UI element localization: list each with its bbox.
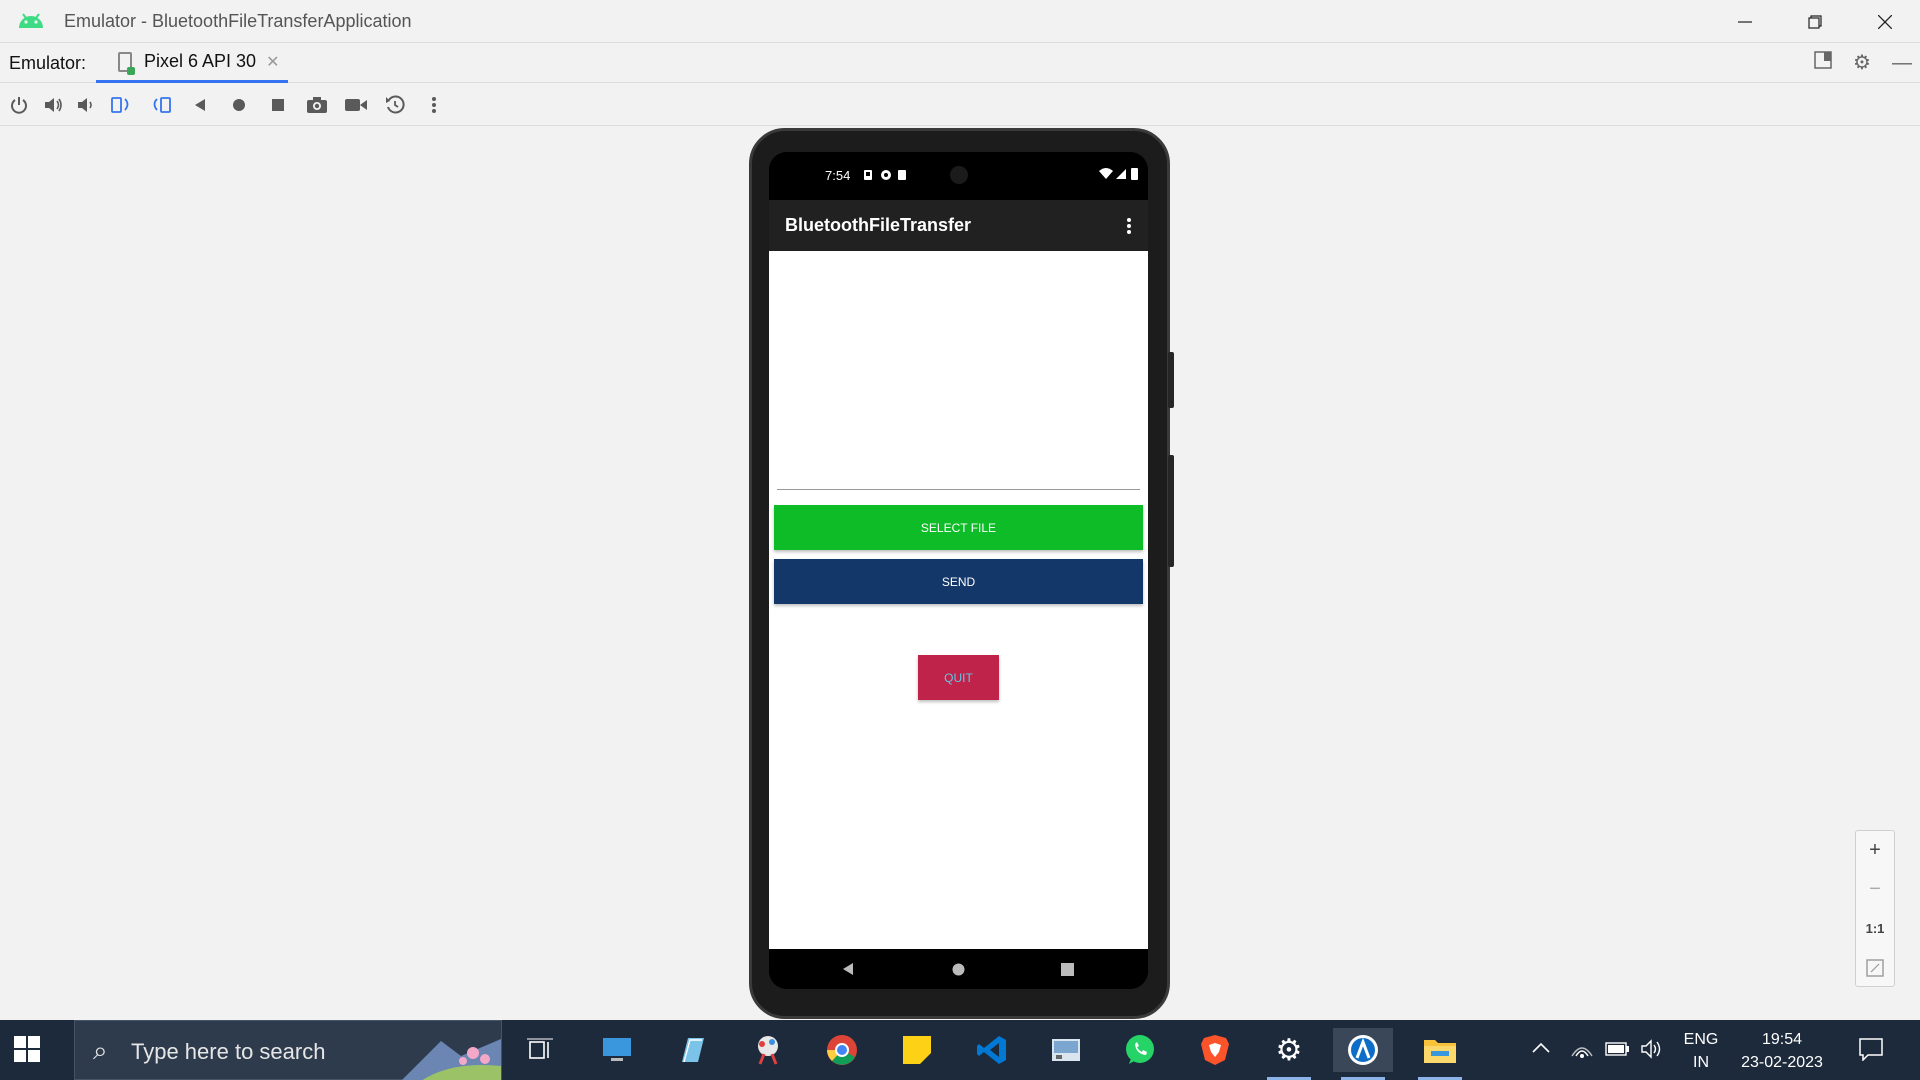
clock[interactable]: 19:54 23-02-2023 (1728, 1028, 1836, 1080)
windows-taskbar: ⌕ Type here to search ⚙ ENG IN 19:54 23-… (0, 1020, 1920, 1080)
zoom-out-button[interactable]: − (1856, 870, 1894, 909)
control-panel-icon[interactable] (1036, 1028, 1096, 1072)
fit-screen-icon (1866, 958, 1884, 977)
android-status-bar: 7:54 (769, 152, 1148, 200)
settings-app-icon[interactable]: ⚙ (1259, 1028, 1319, 1080)
file-path-input[interactable] (777, 489, 1140, 490)
more-options-icon[interactable] (421, 92, 447, 118)
send-button[interactable]: SEND (774, 559, 1143, 604)
emulator-toolbar (0, 84, 1920, 126)
nav-home-icon[interactable] (952, 963, 965, 976)
taskbar-search-box[interactable]: ⌕ Type here to search (74, 1020, 502, 1080)
region-code: IN (1693, 1054, 1709, 1071)
tab-label: Pixel 6 API 30 (144, 51, 257, 71)
volume-down-icon[interactable] (72, 92, 98, 118)
volume-up-icon[interactable] (40, 92, 66, 118)
zoom-in-button[interactable]: + (1856, 831, 1894, 870)
minimize-icon (1738, 20, 1752, 23)
notification-center-icon[interactable] (1858, 1037, 1884, 1080)
device-screen: 7:54 BluetoothFileTransfer SELECT FILE S… (769, 152, 1148, 989)
whatsapp-icon[interactable] (1110, 1028, 1170, 1072)
chrome-icon[interactable] (812, 1028, 872, 1072)
nav-overview-icon[interactable] (1061, 963, 1074, 976)
show-hidden-icons[interactable] (1530, 1038, 1552, 1080)
app-content: SELECT FILE SEND QUIT (769, 251, 1148, 949)
restore-icon (1808, 14, 1822, 29)
windows-start-icon[interactable] (14, 1036, 42, 1064)
status-time: 7:54 (825, 168, 851, 183)
zoom-fit-button[interactable] (1856, 948, 1894, 987)
settings-gear-icon[interactable]: ⚙ (1850, 51, 1874, 75)
rotate-right-icon[interactable] (148, 92, 174, 118)
zoom-controls: + − 1:1 (1855, 830, 1895, 987)
language-indicator[interactable]: ENG IN (1680, 1028, 1722, 1080)
android-nav-bar (769, 949, 1148, 989)
rotate-left-icon[interactable] (108, 92, 134, 118)
select-file-button[interactable]: SELECT FILE (774, 505, 1143, 550)
emulator-label: Emulator: (9, 53, 87, 73)
notepad-app-icon[interactable] (662, 1028, 722, 1072)
app-bar: BluetoothFileTransfer (769, 200, 1148, 251)
android-studio-icon (19, 13, 43, 28)
clock-date: 23-02-2023 (1741, 1054, 1823, 1071)
tab-close-icon[interactable]: ✕ (266, 52, 279, 72)
overflow-menu-icon[interactable] (1126, 217, 1132, 235)
app-title: BluetoothFileTransfer (785, 215, 972, 235)
brave-browser-icon[interactable] (1185, 1028, 1245, 1072)
task-view-icon[interactable] (510, 1028, 570, 1072)
snapshot-icon[interactable] (382, 92, 408, 118)
android-studio-taskbar-icon[interactable] (1333, 1028, 1393, 1080)
volume-icon[interactable] (1640, 1038, 1664, 1080)
tab-pixel-6-api-30[interactable]: Pixel 6 API 30 ✕ (96, 43, 288, 83)
home-icon[interactable] (226, 92, 252, 118)
language-code: ENG (1683, 1031, 1719, 1048)
search-icon: ⌕ (93, 1035, 108, 1065)
device-power-button[interactable] (1168, 352, 1174, 408)
overview-icon[interactable] (265, 92, 291, 118)
power-icon[interactable] (6, 92, 32, 118)
quit-button[interactable]: QUIT (918, 655, 999, 700)
layout-toggle-icon[interactable] (1811, 51, 1835, 75)
front-camera (950, 166, 968, 184)
network-icon[interactable] (1570, 1038, 1594, 1080)
close-icon (1878, 14, 1892, 29)
hide-panel-icon[interactable]: — (1890, 51, 1914, 75)
vscode-icon[interactable] (962, 1028, 1022, 1072)
file-explorer-icon[interactable] (1410, 1028, 1470, 1080)
window-title: Emulator - BluetoothFileTransferApplicat… (64, 10, 412, 31)
search-placeholder: Type here to search (131, 1039, 326, 1064)
status-notification-icons (864, 170, 906, 180)
status-system-icons (1099, 168, 1138, 180)
screen-record-icon[interactable] (343, 92, 369, 118)
search-highlight-illustration (402, 1039, 501, 1080)
zoom-actual-size-button[interactable]: 1:1 (1856, 909, 1894, 948)
device-volume-rocker[interactable] (1168, 455, 1174, 567)
clock-time: 19:54 (1761, 1031, 1803, 1048)
close-button[interactable] (1850, 0, 1920, 43)
sticky-notes-icon[interactable] (887, 1028, 947, 1072)
snipping-tool-icon[interactable] (738, 1028, 798, 1072)
back-icon[interactable] (187, 92, 213, 118)
nav-back-icon[interactable] (841, 962, 855, 976)
screenshot-camera-icon[interactable] (304, 92, 330, 118)
restore-button[interactable] (1780, 0, 1850, 43)
window-titlebar: Emulator - BluetoothFileTransferApplicat… (0, 0, 1920, 43)
emulator-tabbar: Emulator: Pixel 6 API 30 ✕ ⚙ — (0, 43, 1920, 83)
device-icon (118, 51, 135, 75)
minimize-button[interactable] (1710, 0, 1780, 43)
this-pc-icon[interactable] (587, 1028, 647, 1072)
battery-icon[interactable] (1605, 1040, 1631, 1080)
